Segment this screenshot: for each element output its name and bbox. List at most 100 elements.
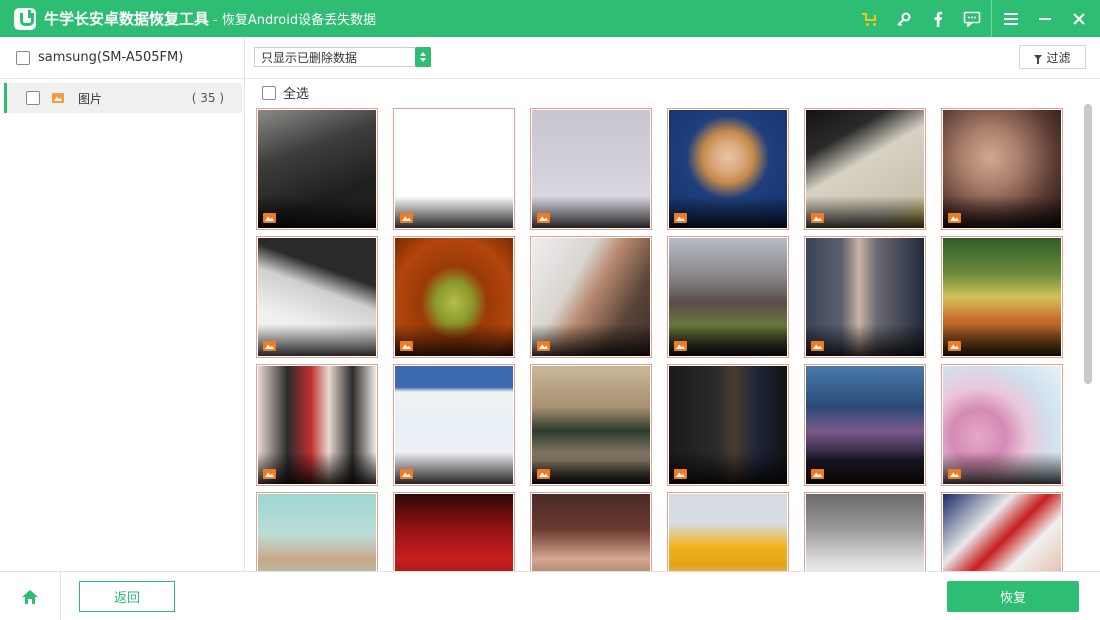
- photo-thumbnail[interactable]: [530, 236, 652, 358]
- photo-thumbnail[interactable]: [256, 108, 378, 230]
- close-button[interactable]: [1062, 0, 1096, 37]
- photo-preview: [258, 238, 376, 356]
- app-title: 牛学长安卓数据恢复工具: [44, 10, 210, 28]
- image-type-icon: [674, 469, 687, 479]
- photo-thumbnail[interactable]: [941, 108, 1063, 230]
- photo-thumbnail[interactable]: [530, 492, 652, 571]
- thumbnail-grid: [256, 108, 1063, 571]
- menu-button[interactable]: [994, 0, 1028, 37]
- facebook-button[interactable]: [921, 0, 955, 37]
- title-separator: [991, 0, 992, 37]
- photo-thumbnail[interactable]: [393, 492, 515, 571]
- image-type-icon: [537, 213, 550, 223]
- photo-preview: [806, 494, 924, 571]
- photo-thumbnail[interactable]: [256, 236, 378, 358]
- photo-thumbnail[interactable]: [393, 364, 515, 486]
- photo-thumbnail[interactable]: [941, 492, 1063, 571]
- category-count: ( 35 ): [191, 91, 224, 105]
- sidebar-item-photos[interactable]: 图片 ( 35 ): [4, 83, 242, 113]
- key-button[interactable]: [887, 0, 921, 37]
- photo-preview: [943, 366, 1061, 484]
- device-row[interactable]: samsung(SM-A505FM): [0, 37, 244, 79]
- image-type-icon: [537, 341, 550, 351]
- photo-thumbnail[interactable]: [667, 236, 789, 358]
- back-button[interactable]: 返回: [79, 581, 175, 612]
- category-sidebar: samsung(SM-A505FM) 图片 ( 35 ): [0, 37, 245, 571]
- image-type-icon: [400, 341, 413, 351]
- photo-preview: [806, 110, 924, 228]
- device-label: samsung(SM-A505FM): [38, 50, 184, 65]
- grid-scrollbar[interactable]: [1083, 102, 1093, 571]
- home-button[interactable]: [0, 572, 61, 620]
- scrollbar-thumb[interactable]: [1084, 104, 1092, 384]
- photo-preview: [669, 110, 787, 228]
- photo-preview: [532, 366, 650, 484]
- device-checkbox[interactable]: [16, 50, 30, 65]
- photo-thumbnail[interactable]: [393, 108, 515, 230]
- image-type-icon: [537, 469, 550, 479]
- photo-preview: [532, 110, 650, 228]
- select-arrow-icon: [415, 47, 431, 67]
- photo-thumbnail[interactable]: [530, 108, 652, 230]
- cart-icon: [862, 12, 878, 26]
- image-type-icon: [948, 469, 961, 479]
- title-bar: 牛学长安卓数据恢复工具 - 恢复Android设备丢失数据: [0, 0, 1100, 37]
- filter-select-value: 只显示已删除数据: [261, 50, 358, 65]
- category-checkbox[interactable]: [26, 91, 40, 105]
- photo-thumbnail[interactable]: [941, 236, 1063, 358]
- photo-thumbnail[interactable]: [804, 364, 926, 486]
- image-type-icon: [811, 341, 824, 351]
- image-type-icon: [263, 213, 276, 223]
- photo-preview: [943, 494, 1061, 571]
- recover-button[interactable]: 恢复: [947, 581, 1079, 612]
- menu-icon: [1004, 12, 1018, 25]
- photo-thumbnail[interactable]: [667, 364, 789, 486]
- home-icon: [22, 589, 38, 604]
- minimize-button[interactable]: [1028, 0, 1062, 37]
- photo-preview: [258, 366, 376, 484]
- image-type-icon: [674, 341, 687, 351]
- filter-button-label: 过滤: [1046, 50, 1071, 65]
- select-all-checkbox[interactable]: [262, 85, 276, 100]
- photo-preview: [669, 494, 787, 571]
- select-all-row[interactable]: 全选: [262, 83, 309, 102]
- photo-preview: [395, 238, 513, 356]
- app-logo-icon: [14, 7, 36, 30]
- image-type-icon: [263, 469, 276, 479]
- funnel-icon: [1034, 54, 1043, 64]
- feedback-button[interactable]: [955, 0, 989, 37]
- selected-indicator: [4, 83, 7, 113]
- image-icon: [52, 93, 64, 103]
- cart-button[interactable]: [853, 0, 887, 37]
- photo-preview: [806, 366, 924, 484]
- photo-thumbnail[interactable]: [393, 236, 515, 358]
- photo-thumbnail[interactable]: [804, 236, 926, 358]
- deleted-filter-select[interactable]: 只显示已删除数据: [254, 47, 431, 67]
- photo-thumbnail[interactable]: [804, 108, 926, 230]
- close-icon: [1073, 12, 1085, 25]
- app-subtitle: - 恢复Android设备丢失数据: [213, 13, 377, 28]
- image-type-icon: [811, 469, 824, 479]
- photo-preview: [806, 238, 924, 356]
- photo-thumbnail[interactable]: [667, 108, 789, 230]
- image-type-icon: [400, 469, 413, 479]
- photo-preview: [669, 366, 787, 484]
- image-type-icon: [263, 341, 276, 351]
- photo-thumbnail[interactable]: [256, 364, 378, 486]
- image-type-icon: [674, 213, 687, 223]
- photo-thumbnail[interactable]: [667, 492, 789, 571]
- photo-thumbnail[interactable]: [804, 492, 926, 571]
- main-toolbar: 只显示已删除数据 过滤: [246, 37, 1100, 79]
- image-type-icon: [400, 213, 413, 223]
- photo-thumbnail[interactable]: [256, 492, 378, 571]
- photo-preview: [395, 110, 513, 228]
- window-controls: [853, 0, 1100, 37]
- minimize-icon: [1039, 17, 1051, 20]
- photo-thumbnail[interactable]: [941, 364, 1063, 486]
- filter-button[interactable]: 过滤: [1019, 45, 1086, 69]
- image-type-icon: [948, 213, 961, 223]
- photo-preview: [258, 494, 376, 571]
- thumbnail-grid-viewport: [246, 102, 1084, 571]
- image-type-icon: [811, 213, 824, 223]
- photo-thumbnail[interactable]: [530, 364, 652, 486]
